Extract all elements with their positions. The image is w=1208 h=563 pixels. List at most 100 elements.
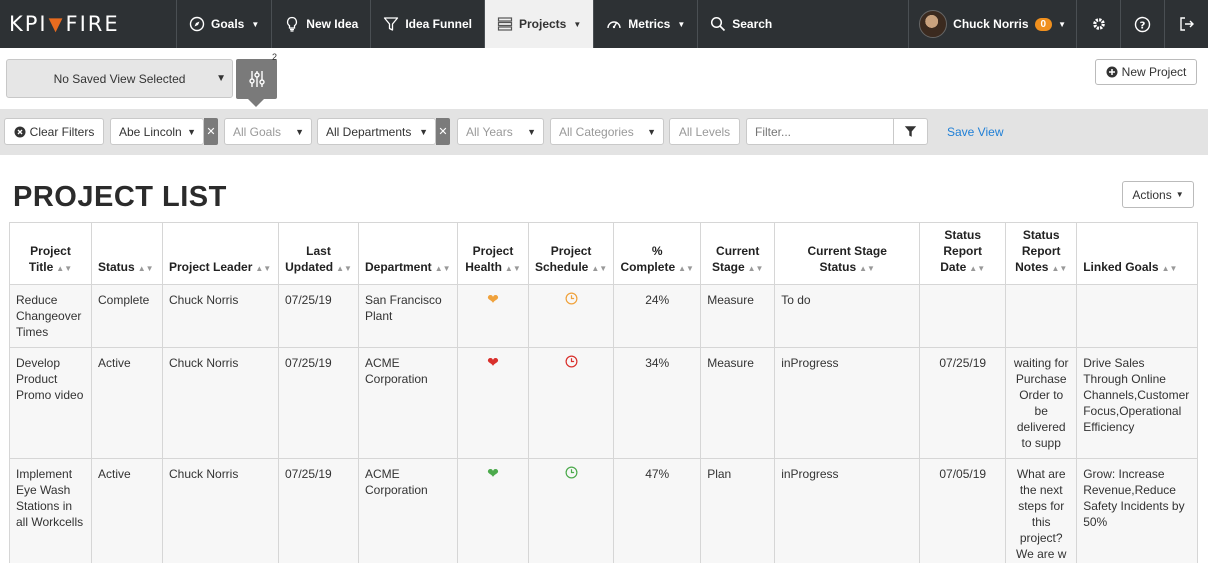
nav-metrics[interactable]: Metrics ▼ [593, 0, 697, 48]
cell-status-report-notes: waiting for Purchase Order to be deliver… [1005, 347, 1078, 459]
nav-search[interactable]: Search [697, 0, 784, 48]
cell-linked-goals [1076, 284, 1199, 348]
departments-select[interactable]: All Departments ▼ [317, 118, 436, 145]
column-header-status[interactable]: Status ▲▼ [91, 222, 163, 285]
active-filter-count: 2 [272, 52, 278, 62]
actions-button[interactable]: Actions ▼ [1122, 181, 1194, 208]
sort-icon: ▲▼ [678, 264, 694, 273]
cell-current-stage-status: To do [774, 284, 921, 348]
saved-view-select[interactable]: No Saved View Selected ▼ [6, 59, 233, 98]
nav-goals[interactable]: Goals ▼ [176, 0, 271, 48]
leader-value: Abe Lincoln [119, 124, 182, 139]
new-project-button[interactable]: New Project [1095, 59, 1197, 85]
table-row[interactable]: Develop Product Promo video Active Chuck… [9, 347, 1199, 459]
table-row[interactable]: Implement Eye Wash Stations in all Workc… [9, 458, 1199, 563]
categories-select[interactable]: All Categories ▼ [550, 118, 664, 145]
help-button[interactable]: ? [1120, 0, 1164, 48]
cell-project-health: ❤ [457, 347, 529, 459]
cell-last-updated: 07/25/19 [278, 284, 359, 348]
notification-badge: 0 [1034, 17, 1053, 31]
nav-projects-label: Projects [519, 17, 567, 31]
cell-status-report-date [919, 284, 1007, 348]
logout-button[interactable] [1164, 0, 1208, 48]
column-header-status-report-notes[interactable]: Status Report Notes ▲▼ [1005, 222, 1078, 285]
cell-project-leader: Chuck Norris [162, 458, 279, 563]
column-header-project-leader[interactable]: Project Leader ▲▼ [162, 222, 279, 285]
sort-icon: ▲▼ [969, 264, 986, 273]
cell-project-title[interactable]: Reduce Changeover Times [9, 284, 92, 348]
column-header-linked-goals[interactable]: Linked Goals ▲▼ [1076, 222, 1199, 285]
orange-heart-icon: ❤ [487, 291, 499, 307]
column-header-last-updated[interactable]: Last Updated ▲▼ [278, 222, 359, 285]
nav-metrics-label: Metrics [628, 17, 671, 31]
clear-filters-button[interactable]: Clear Filters [4, 118, 104, 145]
search-icon [711, 16, 726, 32]
cell-percent-complete: 47% [613, 458, 702, 563]
cell-department: San Francisco Plant [358, 284, 458, 348]
cell-status-report-notes: What are the next steps for this project… [1005, 458, 1078, 563]
cell-status: Complete [91, 284, 163, 348]
nav-new-idea[interactable]: New Idea [271, 0, 370, 48]
column-header-department[interactable]: Department ▲▼ [358, 222, 458, 285]
actions-label: Actions [1132, 187, 1172, 202]
new-project-label: New Project [1121, 65, 1187, 79]
column-header-project-title[interactable]: Project Title ▲▼ [9, 222, 92, 285]
svg-text:?: ? [1140, 20, 1146, 31]
clock-icon [565, 292, 578, 305]
settings-button[interactable] [1076, 0, 1120, 48]
column-header-current-stage[interactable]: Current Stage ▲▼ [700, 222, 776, 285]
filter-toggle-button[interactable] [236, 59, 277, 99]
funnel-icon [384, 17, 399, 31]
levels-select[interactable]: All Levels [669, 118, 740, 145]
cell-status-report-notes [1005, 284, 1078, 348]
clear-filters-label: Clear Filters [29, 124, 95, 139]
clear-departments-button[interactable]: ✕ [436, 118, 450, 145]
caret-down-icon: ▼ [1175, 190, 1184, 199]
project-table: Project Title ▲▼ Status ▲▼ Project Leader ▲… [9, 222, 1199, 563]
levels-value: All Levels [678, 124, 731, 139]
sort-icon: ▲▼ [56, 264, 73, 273]
column-header-label: Project Schedule [535, 244, 592, 274]
cell-status-report-date: 07/25/19 [919, 347, 1007, 459]
filter-bar: Clear Filters Abe Lincoln ▼ ✕ All Goals … [0, 109, 1208, 155]
nav-search-label: Search [732, 17, 773, 31]
column-header-percent-complete[interactable]: % Complete ▲▼ [613, 222, 702, 285]
years-select[interactable]: All Years ▼ [457, 118, 544, 145]
kpifire-logo[interactable]: KPI ▼ FIRE [0, 0, 176, 48]
top-nav: KPI ▼ FIRE Goals ▼ New Idea Idea Funnel Pro… [0, 0, 1208, 48]
chevron-down-icon: ▼ [295, 127, 304, 137]
filter-search-input[interactable] [746, 118, 894, 145]
column-header-current-stage-status[interactable]: Current Stage Status ▲▼ [774, 222, 921, 285]
column-header-label: Last Updated [285, 244, 334, 274]
departments-value: All Departments [326, 124, 412, 139]
apply-filter-button[interactable] [893, 118, 928, 145]
column-header-project-health[interactable]: Project Health ▲▼ [457, 222, 529, 285]
cell-project-schedule [527, 347, 615, 459]
cell-current-stage: Measure [700, 347, 776, 459]
lightbulb-icon [287, 16, 298, 32]
table-row[interactable]: Reduce Changeover Times Complete Chuck N… [9, 284, 1199, 348]
cell-project-schedule [527, 284, 615, 348]
goals-select[interactable]: All Goals ▼ [224, 118, 312, 145]
save-view-link[interactable]: Save View [947, 125, 1003, 139]
user-menu[interactable]: Chuck Norris 0 ▼ [908, 0, 1076, 48]
filter-panel-pointer [248, 99, 264, 107]
caret-down-icon: ▼ [677, 19, 686, 29]
sort-icon: ▲▼ [859, 264, 875, 273]
nav-projects[interactable]: Projects ▼ [484, 0, 594, 48]
close-circle-icon [14, 126, 26, 137]
compass-icon [189, 16, 205, 32]
caret-down-icon: ▼ [1058, 19, 1066, 29]
cell-project-title[interactable]: Implement Eye Wash Stations in all Workc… [9, 458, 92, 563]
sort-icon: ▲▼ [434, 264, 451, 273]
column-header-status-report-date[interactable]: Status Report Date ▲▼ [919, 222, 1007, 285]
nav-goals-label: Goals [211, 17, 245, 31]
clear-leader-button[interactable]: ✕ [204, 118, 218, 145]
column-header-project-schedule[interactable]: Project Schedule ▲▼ [527, 222, 615, 285]
table-header-row: Project Title ▲▼ Status ▲▼ Project Leader ▲… [9, 222, 1199, 285]
nav-idea-funnel[interactable]: Idea Funnel [370, 0, 484, 48]
cell-current-stage-status: inProgress [774, 347, 921, 459]
leader-select[interactable]: Abe Lincoln ▼ [110, 118, 204, 145]
years-value: All Years [466, 124, 513, 139]
cell-project-title[interactable]: Develop Product Promo video [9, 347, 92, 459]
